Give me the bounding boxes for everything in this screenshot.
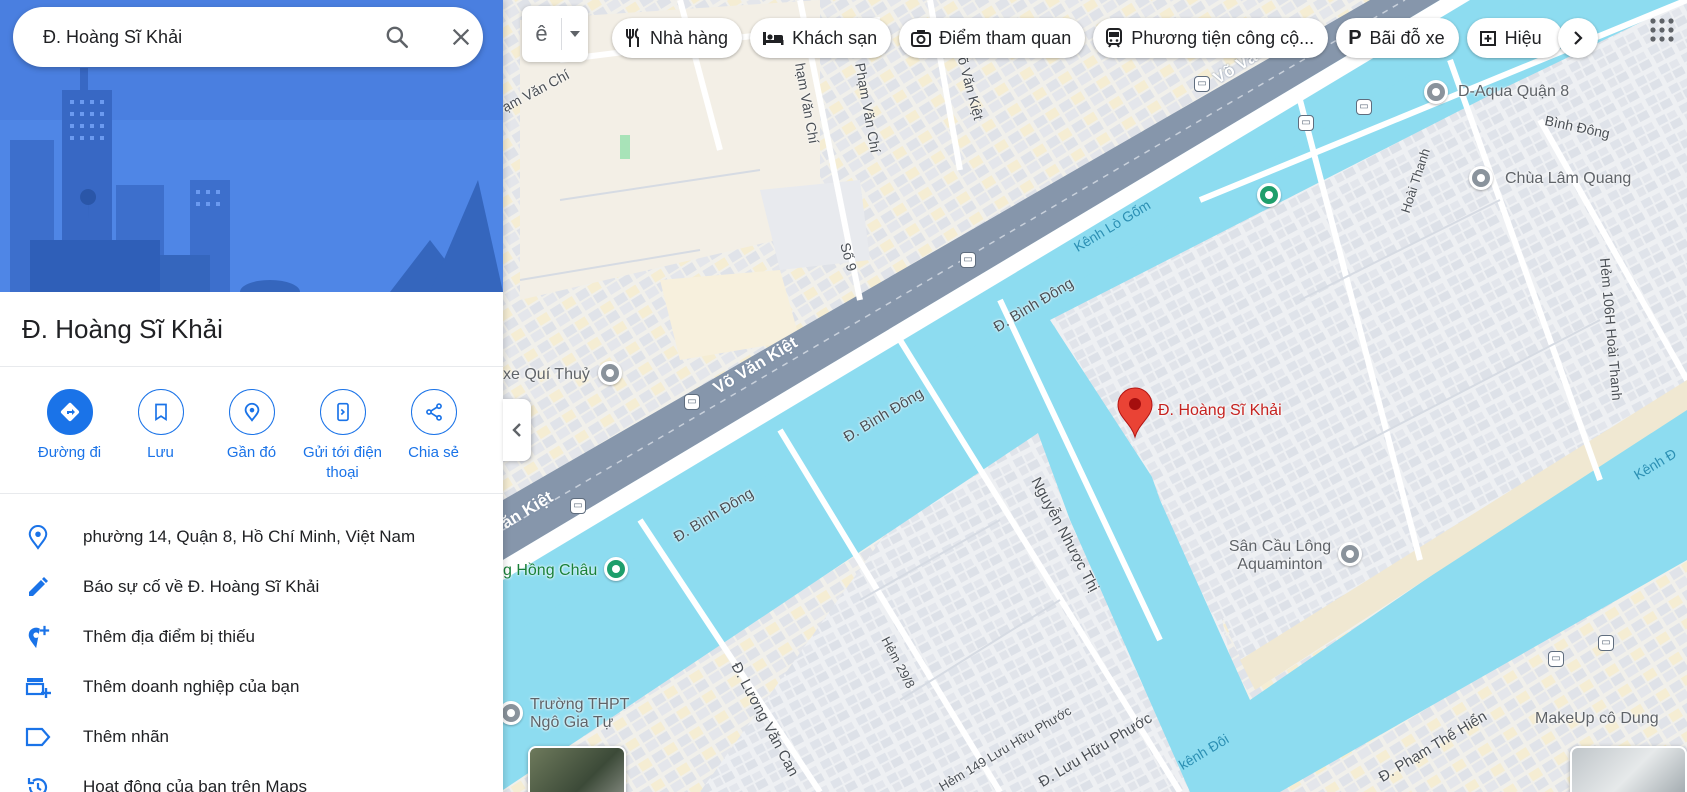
parking-icon: P: [1348, 26, 1362, 49]
location-pin-icon: [28, 525, 48, 550]
maps-activity-row[interactable]: Hoạt động của bạn trên Maps: [0, 762, 503, 792]
bus-stop-icon[interactable]: ▭: [684, 394, 700, 410]
search-button[interactable]: [381, 21, 413, 53]
info-text: Hoạt động của bạn trên Maps: [83, 777, 307, 792]
action-label: Lưu: [147, 444, 174, 461]
info-text: Thêm nhãn: [83, 727, 169, 746]
action-label: Gửi tới điện thoại: [302, 444, 383, 481]
nearby-button[interactable]: Gần đó: [206, 389, 297, 493]
pharmacy-icon: [1479, 31, 1496, 46]
chip-label: Khách sạn: [792, 27, 878, 48]
share-icon: [425, 403, 442, 421]
bus-stop-icon[interactable]: ▭: [1598, 635, 1614, 651]
bus-stop-icon[interactable]: ▭: [1298, 115, 1314, 131]
history-icon: [27, 778, 48, 792]
apps-grid-icon: [1650, 18, 1674, 42]
bus-stop-icon[interactable]: ▭: [570, 498, 586, 514]
chip-attractions[interactable]: Điểm tham quan: [899, 18, 1086, 58]
input-tools-button[interactable]: ê: [522, 6, 588, 62]
chip-label: Hiệu: [1504, 27, 1542, 48]
close-icon: [452, 28, 470, 46]
nearby-icon: [244, 402, 259, 422]
search-icon: [386, 26, 409, 49]
label-icon: [25, 727, 51, 747]
poi-pin[interactable]: [1257, 183, 1281, 207]
bus-stop-icon[interactable]: ▭: [1548, 651, 1564, 667]
selected-place-label[interactable]: Đ. Hoàng Sĩ Khải: [1158, 402, 1282, 420]
bus-stop-icon[interactable]: ▭: [1194, 76, 1210, 92]
add-business-row[interactable]: Thêm doanh nghiệp của bạn: [0, 662, 503, 712]
caret-down-icon: [570, 31, 580, 37]
address-row[interactable]: phường 14, Quận 8, Hồ Chí Minh, Việt Nam: [0, 512, 503, 562]
search-input[interactable]: [43, 26, 373, 48]
place-hero-illustration: [0, 0, 503, 292]
chevron-right-icon: [1574, 31, 1583, 45]
poi-pin[interactable]: [604, 557, 628, 581]
chip-hotels[interactable]: Khách sạn: [750, 18, 892, 58]
poi-pin[interactable]: [1424, 80, 1448, 104]
add-missing-place-row[interactable]: Thêm địa điểm bị thiếu: [0, 612, 503, 662]
send-to-phone-icon: [336, 402, 349, 422]
poi-pin[interactable]: [1338, 542, 1362, 566]
chip-label: Nhà hàng: [650, 27, 729, 48]
chip-parking[interactable]: P Bãi đỗ xe: [1336, 18, 1459, 58]
add-place-icon: [28, 625, 50, 649]
poi-label[interactable]: D-Aqua Quận 8: [1458, 83, 1569, 101]
chip-transit[interactable]: Phương tiện công cộ...: [1093, 18, 1329, 58]
camera-icon: [911, 30, 932, 47]
poi-label[interactable]: Chùa Lâm Quang: [1505, 170, 1631, 188]
chips-scroll-right-button[interactable]: [1558, 18, 1598, 58]
info-text: Thêm địa điểm bị thiếu: [83, 627, 255, 646]
clear-search-button[interactable]: [445, 21, 477, 53]
info-text: phường 14, Quận 8, Hồ Chí Minh, Việt Nam: [83, 527, 416, 546]
bus-stop-icon[interactable]: ▭: [1356, 99, 1372, 115]
chevron-left-icon: [512, 423, 521, 437]
chip-restaurants[interactable]: Nhà hàng: [612, 18, 743, 58]
chip-pharmacy[interactable]: Hiệu: [1466, 18, 1563, 58]
info-text: Báo sự cố về Đ. Hoàng Sĩ Khải: [83, 577, 320, 596]
pencil-icon: [29, 577, 48, 596]
chip-label: Bãi đỗ xe: [1369, 27, 1445, 48]
hotel-icon: [763, 32, 784, 45]
poi-pin[interactable]: [598, 361, 622, 385]
poi-label[interactable]: g Hồng Châu: [503, 562, 597, 580]
poi-label[interactable]: Sân Cầu Lông Aquaminton: [1220, 538, 1340, 574]
bus-stop-icon[interactable]: ▭: [960, 252, 976, 268]
add-business-icon: [25, 678, 51, 698]
transit-icon: [1106, 28, 1123, 48]
collapse-panel-button[interactable]: [503, 399, 531, 461]
action-label: Chia sẻ: [408, 444, 459, 461]
chip-label: Điểm tham quan: [939, 27, 1072, 48]
share-button[interactable]: Chia sẻ: [388, 389, 479, 493]
place-panel: Đ. Hoàng Sĩ Khải Đường đi Lưu Gần đó Gửi…: [0, 0, 503, 792]
search-box[interactable]: [13, 7, 483, 67]
input-tools-glyph: ê: [522, 18, 562, 50]
bookmark-icon: [154, 403, 167, 422]
poi-label[interactable]: Trường THPT Ngô Gia Tự: [530, 696, 660, 732]
directions-button[interactable]: Đường đi: [24, 389, 115, 493]
report-issue-row[interactable]: Báo sự cố về Đ. Hoàng Sĩ Khải: [0, 562, 503, 612]
action-label: Gần đó: [226, 444, 277, 461]
add-label-row[interactable]: Thêm nhãn: [0, 712, 503, 762]
action-label: Đường đi: [37, 444, 102, 461]
photo-thumbnail[interactable]: [528, 746, 626, 792]
street-view-thumbnail[interactable]: [1570, 746, 1687, 792]
save-button[interactable]: Lưu: [115, 389, 206, 493]
poi-pin[interactable]: [1469, 166, 1493, 190]
category-chips: Nhà hàng Khách sạn Điểm tham quan Phương…: [612, 18, 1563, 58]
send-to-phone-button[interactable]: Gửi tới điện thoại: [297, 389, 388, 493]
info-text: Thêm doanh nghiệp của bạn: [83, 677, 300, 696]
google-apps-button[interactable]: [1648, 16, 1676, 44]
place-title: Đ. Hoàng Sĩ Khải: [0, 292, 503, 367]
poi-label[interactable]: xe Quí Thuỷ: [503, 366, 590, 384]
maps-window: Võ Văn Kiệt Võ Vă ăn Kiệt Đ. Bình Đông Đ…: [0, 0, 1687, 792]
directions-icon: [60, 402, 79, 422]
poi-label[interactable]: MakeUp cô Dung: [1535, 710, 1659, 728]
restaurant-icon: [626, 28, 639, 47]
info-list: phường 14, Quận 8, Hồ Chí Minh, Việt Nam…: [0, 494, 503, 792]
chip-label: Phương tiện công cộ...: [1131, 27, 1315, 48]
action-bar: Đường đi Lưu Gần đó Gửi tới điện thoại C…: [0, 367, 503, 494]
